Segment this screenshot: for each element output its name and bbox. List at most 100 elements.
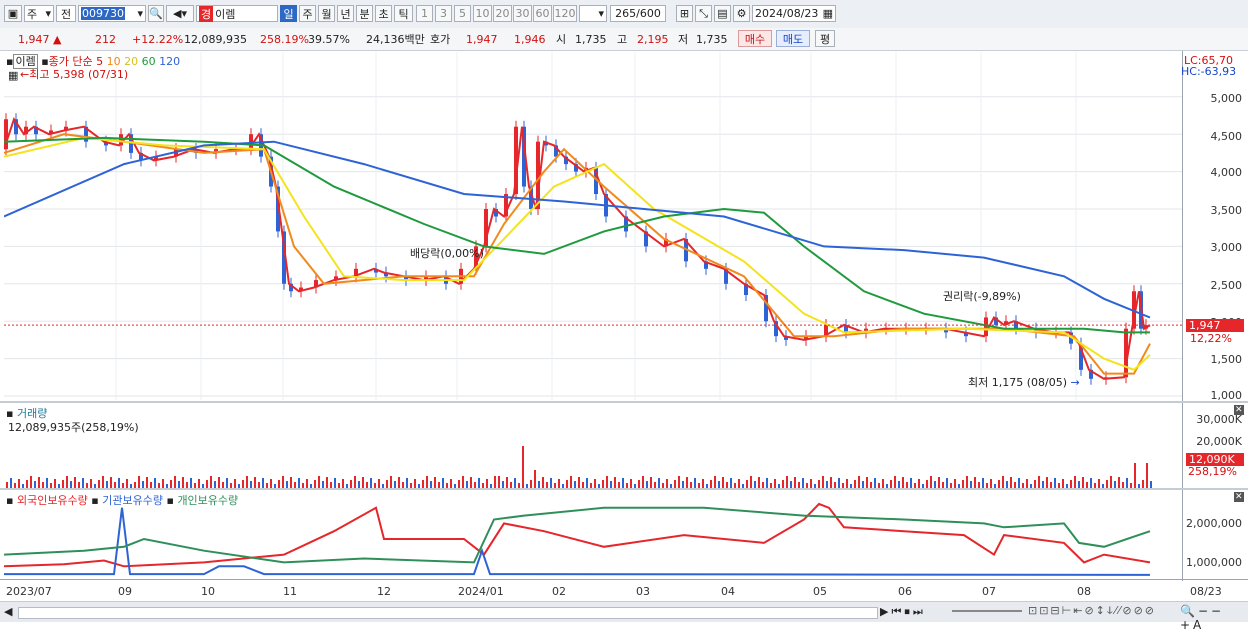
view-button[interactable]: 전	[56, 5, 76, 22]
sell-button[interactable]: 매도	[776, 30, 810, 47]
volume-bar	[1106, 480, 1108, 488]
tab-month[interactable]: 월	[318, 5, 335, 22]
volume-bar	[1126, 478, 1128, 488]
volume-bar	[434, 477, 436, 488]
high-price: 2,195	[637, 32, 669, 46]
minute-120[interactable]: 120	[553, 5, 577, 22]
market-select[interactable]: 주 ▾	[24, 5, 54, 22]
volume-bar	[942, 482, 944, 488]
date-field[interactable]: 2024/08/23 ▦	[752, 5, 836, 22]
volume-bar	[166, 484, 168, 488]
code-input[interactable]: 009730 ▾	[78, 5, 146, 22]
volume-bar	[202, 484, 204, 488]
volume-bar	[34, 481, 36, 488]
tab-year[interactable]: 년	[337, 5, 354, 22]
volume-bar	[182, 477, 184, 488]
volume-bar	[778, 484, 780, 488]
save-icon[interactable]: ▤	[714, 5, 731, 22]
average-button[interactable]: 평	[815, 30, 835, 47]
volume-bar	[822, 476, 824, 488]
price-chart[interactable]	[4, 52, 1182, 400]
volume-bar	[510, 482, 512, 488]
volume-bar	[126, 479, 128, 488]
x-tick: 09	[118, 585, 132, 598]
minute-5[interactable]: 5	[454, 5, 471, 22]
volume-bar	[982, 478, 984, 488]
volume-bar	[810, 479, 812, 488]
volume-bar	[734, 483, 736, 488]
volume-chart[interactable]	[4, 403, 1182, 488]
volume-bar	[18, 479, 20, 488]
volume-bar	[414, 479, 416, 488]
volume-bar	[842, 483, 844, 488]
custom-minute-select[interactable]: ▾	[579, 5, 607, 22]
minute-60[interactable]: 60	[533, 5, 552, 22]
volume-bar	[930, 476, 932, 488]
volume-bar	[850, 484, 852, 488]
x-tick: 10	[201, 585, 215, 598]
volume-bar	[342, 479, 344, 488]
data-count-field[interactable]: 265/600	[610, 5, 666, 22]
volume-bar	[706, 484, 708, 488]
volume-bar	[886, 484, 888, 488]
volume-value-label: 12,089,935주(258,19%)	[8, 421, 139, 434]
tool-icons[interactable]: ⊡⊡⊟⊢⇤⊘↕ↆ⁄⁄⊘⊘⊘	[1028, 604, 1156, 618]
scroll-left-icon[interactable]: ◀	[4, 605, 12, 618]
volume-bar	[918, 479, 920, 488]
volume-bar	[614, 477, 616, 488]
chart-settings-icon[interactable]: ▦	[8, 69, 18, 82]
volume-bar	[62, 480, 64, 488]
y-tick: 2,500	[1210, 279, 1243, 292]
volume-bar	[662, 483, 664, 488]
window-icon[interactable]: ▣	[4, 5, 22, 22]
minute-3[interactable]: 3	[435, 5, 452, 22]
volume-bar	[870, 482, 872, 488]
volume-bar	[1138, 484, 1140, 488]
minute-30[interactable]: 30	[513, 5, 532, 22]
volume-bar	[954, 479, 956, 488]
volume-bar	[374, 483, 376, 488]
tab-tick[interactable]: 틱	[394, 5, 413, 22]
volume-bar	[186, 482, 188, 488]
tab-second[interactable]: 초	[375, 5, 392, 22]
y-tick: 1,500	[1210, 353, 1243, 366]
scroll-buttons[interactable]: ▶⏮⏹⏭	[880, 605, 926, 619]
tab-week[interactable]: 주	[299, 5, 316, 22]
minute-20[interactable]: 20	[493, 5, 512, 22]
minute-10[interactable]: 10	[473, 5, 492, 22]
sound-icon[interactable]: ◀▾	[166, 5, 194, 22]
volume-bar	[290, 477, 292, 488]
volume-bar	[30, 476, 32, 488]
volume-bar	[666, 479, 668, 488]
zoom-icons[interactable]: 🔍−−+A	[1180, 604, 1248, 632]
zoom-slider[interactable]	[952, 610, 1022, 612]
volume-bar	[462, 476, 464, 488]
volume-bar	[134, 482, 136, 488]
volume-bar	[70, 481, 72, 488]
candle-type-icon[interactable]: ⊞	[676, 5, 693, 22]
y-tick: 3,500	[1210, 204, 1243, 217]
stock-name-field[interactable]: 경 이렘	[196, 5, 278, 22]
volume-bar	[362, 477, 364, 488]
tab-minute[interactable]: 분	[356, 5, 373, 22]
minute-1[interactable]: 1	[416, 5, 433, 22]
volume-bar	[846, 479, 848, 488]
search-icon[interactable]: 🔍	[148, 5, 164, 22]
volume-bar	[406, 478, 408, 488]
gear-icon[interactable]: ⚙	[733, 5, 750, 22]
low-price: 1,735	[696, 32, 728, 46]
volume-bar	[654, 482, 656, 488]
x-axis-line	[0, 579, 1248, 580]
volume-bar	[270, 479, 272, 488]
buy-button[interactable]: 매수	[738, 30, 772, 47]
volume-bar	[858, 476, 860, 488]
draw-tool-icon[interactable]: ⤡	[695, 5, 712, 22]
pane-close-icon[interactable]: ✕	[1234, 492, 1244, 502]
volume-bar	[698, 483, 700, 488]
scroll-track[interactable]	[18, 607, 878, 619]
volume-bar	[934, 481, 936, 488]
volume-bar	[106, 481, 108, 488]
volume-bar	[542, 477, 544, 488]
tab-day[interactable]: 일	[280, 5, 297, 22]
volume-bar	[794, 477, 796, 488]
